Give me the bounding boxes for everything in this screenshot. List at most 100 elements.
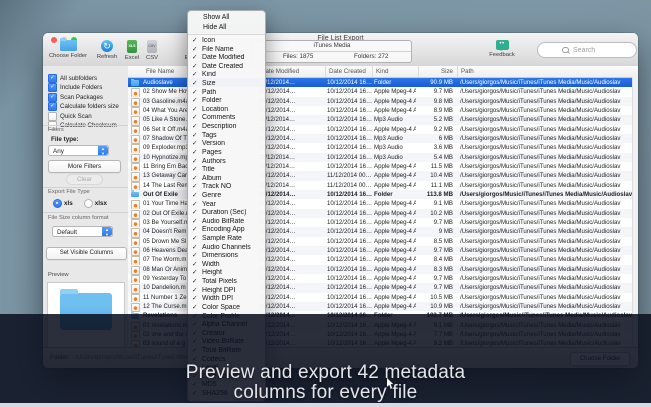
menu-item-audio-bitrate[interactable]: ✓Audio BitRate — [188, 218, 265, 227]
kind-cell: Apple Mpeg-4 A… — [374, 106, 416, 115]
menu-item-file-name[interactable]: ✓File Name — [188, 46, 265, 55]
menu-item-folder[interactable]: ✓Folder — [188, 97, 265, 106]
menu-item-label: Pages — [202, 149, 222, 156]
radio-xls[interactable]: xls — [53, 199, 73, 208]
checkmark-icon: ✓ — [192, 175, 202, 184]
menu-item-hide-all[interactable]: Hide All — [188, 23, 265, 33]
menu-item-duration-sec-[interactable]: ✓Duration (Sec) — [188, 209, 265, 218]
path-cell: /Users/giorgos/Music/iTunes/iTunes Media… — [460, 283, 633, 292]
feedback-button[interactable]: •• Feedback — [481, 40, 523, 58]
checkmark-icon: ✓ — [192, 140, 202, 149]
menu-item-title[interactable]: ✓Title — [188, 166, 265, 175]
menu-item-height-dpi[interactable]: ✓Height DPI — [188, 287, 265, 296]
stepper-arrows-icon: ▲▼ — [102, 227, 112, 236]
menu-item-height[interactable]: ✓Height — [188, 269, 265, 278]
menu-item-label: Height — [202, 269, 222, 276]
menu-item-sample-rate[interactable]: ✓Sample Rate — [188, 235, 265, 244]
menu-item-label: Icon — [202, 37, 215, 44]
menu-item-genre[interactable]: ✓Genre — [188, 192, 265, 201]
kind-cell: Apple Mpeg-4 A… — [374, 199, 416, 208]
file-type-select[interactable]: Any ▲▼ — [48, 145, 109, 156]
menu-item-track-no[interactable]: ✓Track NO — [188, 183, 265, 192]
csv-export-toolbar-button[interactable]: CSV CSV — [141, 40, 163, 61]
path-cell: /Users/giorgos/Music/iTunes/iTunes Media… — [460, 302, 633, 311]
checkbox-calculate-folders-size[interactable]: ✓Calculate folders size — [48, 102, 119, 111]
menu-item-width[interactable]: ✓Width — [188, 261, 265, 270]
kind-cell: Mp3 Audio — [374, 143, 416, 152]
column-header-kind[interactable]: Kind — [372, 66, 418, 77]
path-cell: /Users/giorgos/Music/iTunes/iTunes Media… — [460, 171, 633, 180]
menu-item-label: Duration (Sec) — [202, 209, 246, 216]
kind-cell: Apple Mpeg-4 A… — [374, 227, 416, 236]
menu-item-total-pixels[interactable]: ✓Total Pixels — [188, 278, 265, 287]
search-input[interactable] — [571, 44, 633, 57]
date-modified-cell: 11/12/2014… — [259, 153, 324, 162]
vertical-scrollbar[interactable] — [632, 77, 638, 348]
choose-folder-toolbar-button[interactable]: Choose Folder — [45, 40, 91, 59]
menu-item-tags[interactable]: ✓Tags — [188, 132, 265, 141]
menu-item-date-modified[interactable]: ✓Date Modified — [188, 54, 265, 63]
menu-item-label: Width — [202, 261, 220, 268]
menu-item-show-all[interactable]: Show All — [188, 13, 265, 23]
kind-cell: Apple Mpeg-4 A… — [374, 209, 416, 218]
menu-item-encoding-app[interactable]: ✓Encoding App — [188, 226, 265, 235]
size-format-select[interactable]: Default ▲▼ — [52, 226, 113, 237]
checkmark-icon: ✓ — [192, 269, 202, 278]
menu-item-path[interactable]: ✓Path — [188, 89, 265, 98]
path-cell: /Users/giorgos/Music/iTunes/iTunes Media… — [460, 181, 633, 190]
menu-item-label: Total Pixels — [202, 278, 237, 285]
clear-button[interactable]: Clear — [66, 174, 103, 185]
menu-item-audio-channels[interactable]: ✓Audio Channels — [188, 244, 265, 253]
menu-item-label: Tags — [202, 132, 217, 139]
menu-item-dimensions[interactable]: ✓Dimensions — [188, 252, 265, 261]
checkmark-icon: ✓ — [192, 46, 202, 55]
checked-checkbox-icon: ✓ — [48, 74, 57, 83]
date-created-cell: 10/12/2014 16… — [327, 190, 373, 199]
menu-item-date-created[interactable]: ✓Date Created — [188, 63, 265, 72]
checkmark-icon: ✓ — [192, 97, 202, 106]
menu-item-version[interactable]: ✓Version — [188, 140, 265, 149]
preview-label: Preview — [48, 272, 69, 278]
radio-label: xls — [64, 200, 73, 207]
radio-xlsx[interactable]: xlsx — [84, 199, 107, 208]
date-modified-cell: 10/12/2014… — [259, 97, 324, 106]
set-visible-columns-button[interactable]: Set Visible Columns — [46, 247, 127, 260]
refresh-toolbar-button[interactable]: ↻ Refresh — [93, 40, 121, 60]
date-modified-cell: 10/12/2014… — [259, 125, 324, 134]
menu-item-icon[interactable]: ✓Icon — [188, 37, 265, 46]
column-header-date-created[interactable]: Date Created — [325, 66, 372, 77]
checkbox-quick-scan[interactable]: Quick Scan — [48, 112, 92, 121]
menu-item-comments[interactable]: ✓Comments — [188, 114, 265, 123]
date-created-cell: 10/12/2014 16… — [327, 143, 373, 152]
date-created-cell: 10/12/2014 16… — [327, 162, 373, 171]
column-header-path[interactable]: Path — [457, 66, 627, 77]
path-cell: /Users/giorgos/Music/iTunes/iTunes Media… — [460, 78, 633, 87]
size-cell: 9.1 MB — [416, 199, 453, 208]
path-cell: /Users/giorgos/Music/iTunes/iTunes Media… — [460, 237, 633, 246]
search-field[interactable] — [537, 42, 637, 58]
checkbox-all-subfolders[interactable]: ✓All subfolders — [48, 74, 97, 83]
menu-item-location[interactable]: ✓Location — [188, 106, 265, 115]
path-cell: /Users/giorgos/Music/iTunes/iTunes Media… — [460, 87, 633, 96]
menu-item-label: Genre — [202, 192, 221, 199]
column-header-date-modified[interactable]: Date Modified — [257, 66, 325, 77]
caption-line-2: columns for every file — [0, 383, 651, 403]
checkbox-scan-packages[interactable]: ✓Scan Packages — [48, 93, 103, 102]
menu-item-pages[interactable]: ✓Pages — [188, 149, 265, 158]
menu-item-color-space[interactable]: ✓Color Space — [188, 304, 265, 313]
more-filters-button[interactable]: More Filters — [48, 160, 121, 173]
column-header-size[interactable]: Size — [418, 66, 455, 77]
size-cell: 10.4 MB — [416, 171, 453, 180]
menu-item-album[interactable]: ✓Album — [188, 175, 265, 184]
menu-item-year[interactable]: ✓Year — [188, 201, 265, 210]
menu-item-authors[interactable]: ✓Authors — [188, 158, 265, 167]
path-cell: /Users/giorgos/Music/iTunes/iTunes Media… — [460, 106, 633, 115]
checkmark-icon: ✓ — [192, 304, 202, 313]
menu-item-size[interactable]: ✓Size — [188, 80, 265, 89]
menu-item-kind[interactable]: ✓Kind — [188, 71, 265, 80]
menu-item-width-dpi[interactable]: ✓Width DPI — [188, 295, 265, 304]
checkbox-include-folders[interactable]: ✓Include Folders — [48, 83, 102, 92]
menu-item-description[interactable]: ✓Description — [188, 123, 265, 132]
size-cell: 90.9 MB — [416, 78, 453, 87]
radio-label: xlsx — [95, 200, 107, 207]
